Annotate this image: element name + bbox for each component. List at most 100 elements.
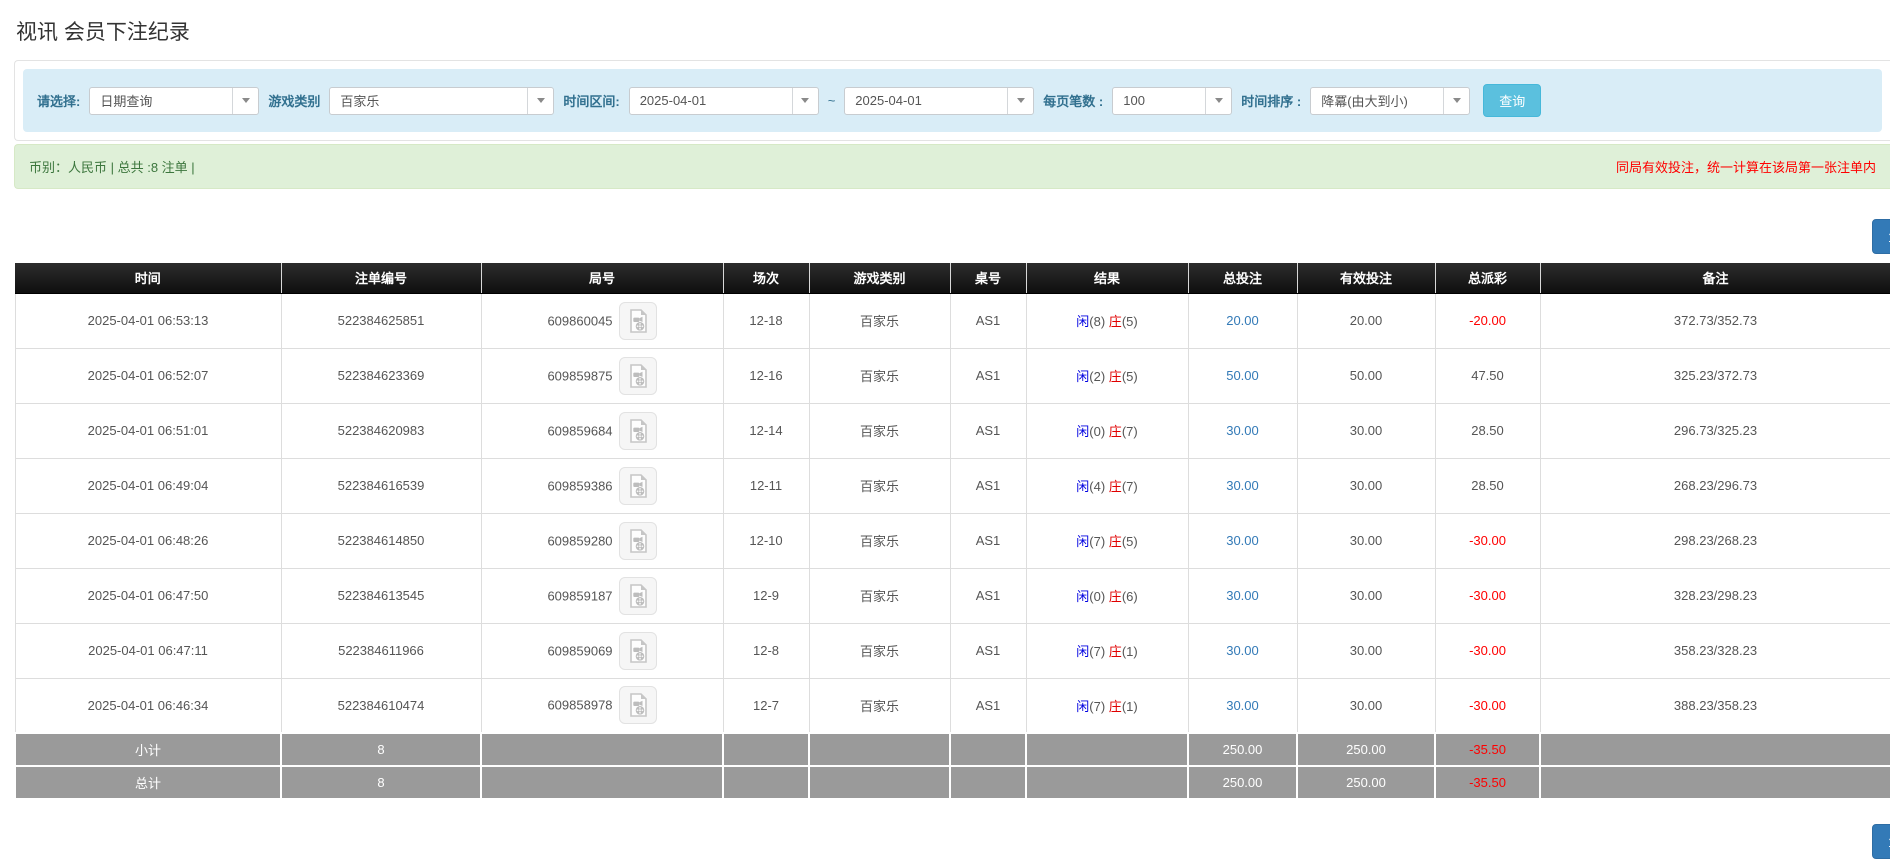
video-replay-button[interactable] — [618, 686, 657, 725]
result-banker-score: (7) — [1121, 479, 1138, 494]
cell-valid-bet: 50.00 — [1296, 347, 1436, 404]
page-size-select[interactable]: 100 — [1112, 86, 1233, 115]
cell-time: 2025-04-01 06:47:11 — [14, 622, 282, 679]
column-header-game-type: 游戏类别 — [809, 263, 951, 294]
cell-total-bet[interactable]: 30.00 — [1187, 677, 1298, 734]
cell-valid-bet: 30.00 — [1296, 567, 1436, 624]
video-replay-button[interactable] — [618, 356, 657, 395]
cell-valid-bet: 20.00 — [1296, 292, 1436, 349]
cell-note: 296.73/325.23 — [1539, 402, 1890, 459]
subtotal-empty — [722, 732, 810, 767]
result-player: 闲 — [1076, 644, 1090, 659]
cell-time: 2025-04-01 06:52:07 — [14, 347, 282, 404]
table-footer: 小计 8 250.00 250.00 -35.50 总计 8 250.00 250.00 -35.… — [14, 732, 1890, 800]
table-row: 2025-04-01 06:51:01 522384620983 609859684… — [14, 402, 1890, 459]
betting-records-table: 时间 注单编号 局号 场次 游戏类别 桌号 结果 总投注 有效投注 总派彩 备注 2025-04-0… — [14, 263, 1890, 800]
video-file-icon — [629, 473, 647, 498]
total-label: 总计 — [14, 765, 282, 800]
cell-time: 2025-04-01 06:46:34 — [14, 677, 282, 734]
result-banker: 庄 — [1108, 589, 1122, 604]
total-empty — [480, 765, 724, 800]
cell-payout: -30.00 — [1434, 677, 1541, 734]
cell-bet-id: 522384611966 — [280, 622, 482, 679]
sort-order-dropdown-button[interactable] — [1443, 87, 1470, 114]
result-banker: 庄 — [1108, 314, 1122, 329]
date-to-dropdown-button[interactable] — [1007, 87, 1034, 114]
query-type-dropdown-button[interactable] — [232, 87, 259, 114]
video-file-icon — [629, 308, 647, 333]
date-from-dropdown-button[interactable] — [791, 87, 818, 114]
subtotal-note — [1539, 732, 1890, 767]
page-1-button[interactable]: 1 — [1872, 219, 1890, 254]
caret-down-icon — [1214, 98, 1223, 103]
cell-valid-bet: 30.00 — [1296, 402, 1436, 459]
page-title: 视讯 会员下注纪录 — [16, 21, 190, 44]
filter-bar: 请选择: 日期查询 游戏类别 百家乐 时间区间: 2025-04-01 ~ 20… — [23, 69, 1882, 132]
video-replay-button[interactable] — [618, 576, 657, 615]
cell-total-bet[interactable]: 30.00 — [1187, 622, 1298, 679]
video-file-icon — [629, 418, 647, 443]
cell-session: 12-16 — [722, 347, 810, 404]
cell-session: 12-18 — [722, 292, 810, 349]
query-type-value: 日期查询 — [100, 94, 153, 109]
table-body: 2025-04-01 06:53:13 522384625851 609860045… — [14, 292, 1890, 734]
video-replay-button[interactable] — [618, 411, 657, 450]
total-empty — [808, 765, 951, 800]
cell-total-bet[interactable]: 30.00 — [1187, 457, 1298, 514]
cell-game-type: 百家乐 — [808, 512, 951, 569]
date-from-select[interactable]: 2025-04-01 — [628, 86, 819, 115]
table-row: 2025-04-01 06:46:34 522384610474 609858978… — [14, 677, 1890, 734]
cell-table-no: AS1 — [949, 677, 1027, 734]
cell-total-bet[interactable]: 30.00 — [1187, 402, 1298, 459]
cell-result: 闲(4) 庄(7) — [1025, 457, 1189, 514]
cell-total-bet[interactable]: 20.00 — [1187, 292, 1298, 349]
page-size-value: 100 — [1123, 93, 1145, 108]
video-replay-button[interactable] — [618, 631, 657, 670]
result-banker: 庄 — [1108, 644, 1122, 659]
query-type-select[interactable]: 日期查询 — [89, 86, 260, 115]
cell-session: 12-10 — [722, 512, 810, 569]
search-button[interactable]: 查询 — [1483, 84, 1542, 117]
cell-round: 609860045 — [480, 292, 724, 349]
date-to-select[interactable]: 2025-04-01 — [844, 86, 1035, 115]
column-header-round: 局号 — [481, 263, 724, 294]
page-1-button[interactable]: 1 — [1872, 824, 1890, 859]
video-file-icon — [629, 363, 647, 388]
video-replay-button[interactable] — [618, 521, 657, 560]
video-replay-button[interactable] — [618, 301, 657, 340]
result-banker-score: (1) — [1121, 698, 1138, 714]
cell-game-type: 百家乐 — [808, 457, 951, 514]
total-count: 8 — [280, 765, 482, 800]
cell-result: 闲(7) 庄(1) — [1025, 677, 1189, 734]
caret-down-icon — [536, 98, 545, 103]
subtotal-count: 8 — [280, 732, 482, 767]
cell-total-bet[interactable]: 30.00 — [1187, 512, 1298, 569]
sort-order-select[interactable]: 降冪(由大到小) — [1310, 86, 1471, 115]
cell-table-no: AS1 — [949, 622, 1027, 679]
cell-valid-bet: 30.00 — [1296, 457, 1436, 514]
cell-game-type: 百家乐 — [808, 347, 951, 404]
cell-result: 闲(0) 庄(6) — [1025, 567, 1189, 624]
cell-table-no: AS1 — [949, 402, 1027, 459]
cell-total-bet[interactable]: 50.00 — [1187, 347, 1298, 404]
subtotal-empty — [949, 732, 1027, 767]
column-header-table: 桌号 — [950, 263, 1027, 294]
game-type-dropdown-button[interactable] — [527, 87, 554, 114]
cell-result: 闲(8) 庄(5) — [1025, 292, 1189, 349]
cell-time: 2025-04-01 06:48:26 — [14, 512, 282, 569]
cell-note: 388.23/358.23 — [1539, 677, 1890, 734]
video-file-icon — [629, 638, 647, 663]
video-file-icon — [629, 528, 647, 553]
cell-bet-id: 522384613545 — [280, 567, 482, 624]
cell-total-bet[interactable]: 30.00 — [1187, 567, 1298, 624]
result-player: 闲 — [1076, 534, 1090, 549]
page-size-dropdown-button[interactable] — [1205, 87, 1232, 114]
video-replay-button[interactable] — [618, 466, 657, 505]
cell-table-no: AS1 — [949, 457, 1027, 514]
cell-game-type: 百家乐 — [808, 622, 951, 679]
result-player-score: (7) — [1089, 534, 1109, 549]
table-row: 2025-04-01 06:52:07 522384623369 609859875… — [14, 347, 1890, 404]
total-empty — [949, 765, 1027, 800]
game-type-select[interactable]: 百家乐 — [329, 86, 555, 115]
cell-game-type: 百家乐 — [808, 402, 951, 459]
